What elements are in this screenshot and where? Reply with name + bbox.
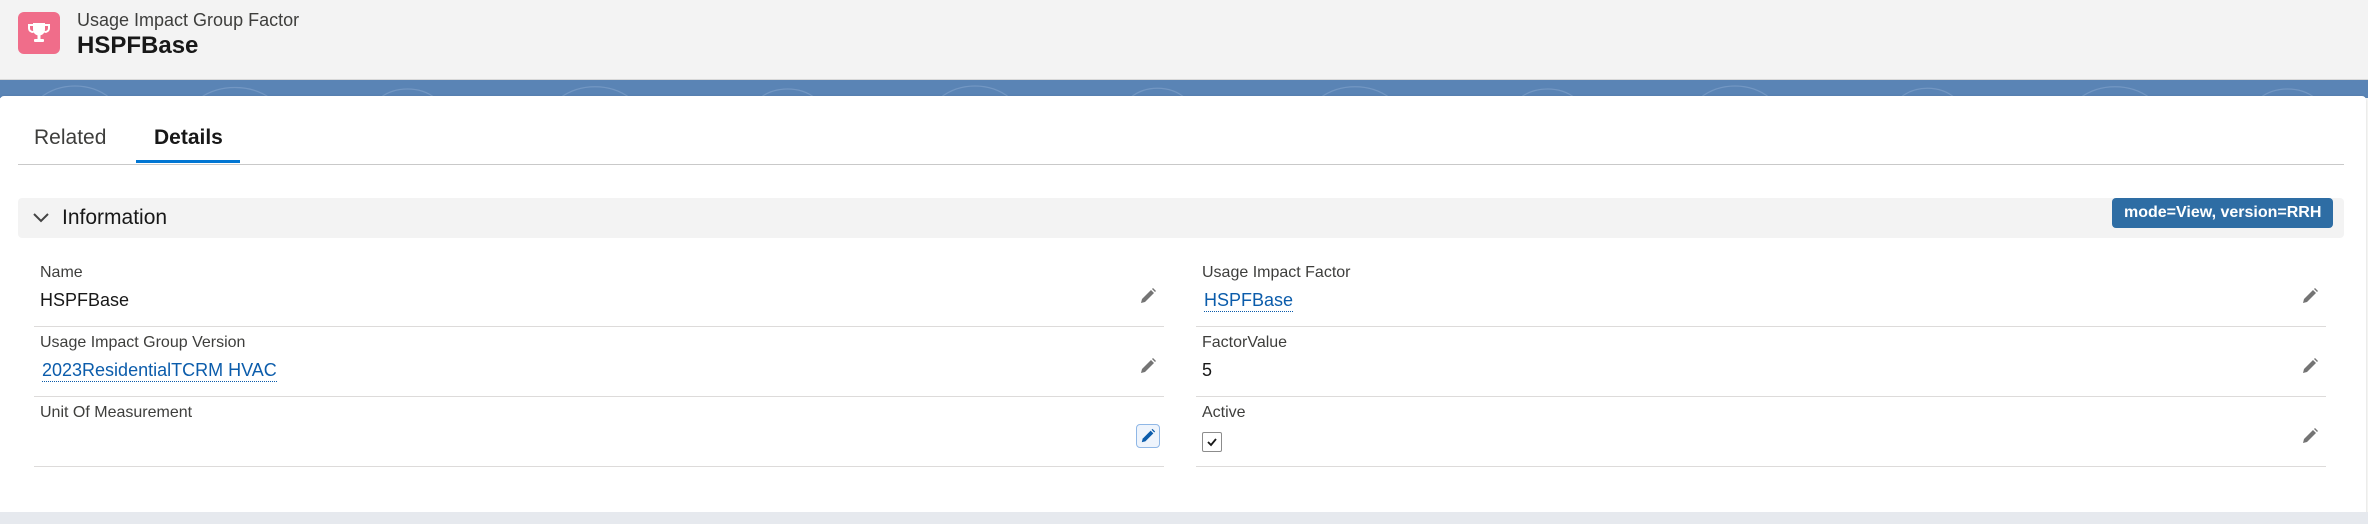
- trophy-icon: [18, 12, 60, 54]
- page-bottom-strip: [0, 512, 2368, 524]
- field-label: Usage Impact Factor: [1202, 264, 1351, 281]
- checkmark-icon: [1207, 438, 1217, 447]
- pencil-icon[interactable]: [1136, 284, 1160, 308]
- mode-badge: mode=View, version=RRH: [2112, 198, 2334, 228]
- field-label: FactorValue: [1202, 334, 1288, 351]
- usage-impact-group-version-link[interactable]: 2023ResidentialTCRM HVAC: [42, 360, 277, 382]
- field-label: Unit Of Measurement: [40, 404, 193, 421]
- field-active: Active: [1196, 396, 2326, 467]
- tab-related[interactable]: Related: [34, 126, 106, 162]
- pencil-icon[interactable]: [1136, 354, 1160, 378]
- field-unit-of-measurement: Unit Of Measurement: [34, 396, 1164, 467]
- record-header: Usage Impact Group Factor HSPFBase: [0, 0, 2368, 80]
- tab-details[interactable]: Details: [154, 126, 223, 162]
- pencil-icon[interactable]: [2298, 284, 2322, 308]
- field-value: 5: [1202, 360, 1213, 380]
- field-value: HSPFBase: [40, 290, 130, 310]
- active-tab-indicator: [136, 160, 240, 163]
- tab-bar: Related Details: [18, 118, 2344, 165]
- usage-impact-factor-link[interactable]: HSPFBase: [1204, 290, 1294, 312]
- object-type-label: Usage Impact Group Factor: [77, 10, 300, 30]
- field-factor-value: FactorValue 5: [1196, 326, 2326, 397]
- field-name: Name HSPFBase: [34, 256, 1164, 327]
- chevron-down-icon[interactable]: [32, 210, 50, 226]
- field-label: Usage Impact Group Version: [40, 334, 246, 351]
- field-usage-impact-factor: Usage Impact Factor HSPFBase: [1196, 256, 2326, 327]
- pencil-icon[interactable]: [2298, 424, 2322, 448]
- pencil-icon[interactable]: [1136, 424, 1160, 448]
- field-usage-impact-group-version: Usage Impact Group Version 2023Residenti…: [34, 326, 1164, 397]
- field-label: Name: [40, 264, 83, 281]
- section-title: Information: [62, 206, 168, 229]
- active-checkbox: [1202, 432, 1222, 452]
- section-header-information[interactable]: Information: [18, 198, 2344, 238]
- field-label: Active: [1202, 404, 1246, 421]
- pencil-icon[interactable]: [2298, 354, 2322, 378]
- record-title: HSPFBase: [77, 32, 199, 59]
